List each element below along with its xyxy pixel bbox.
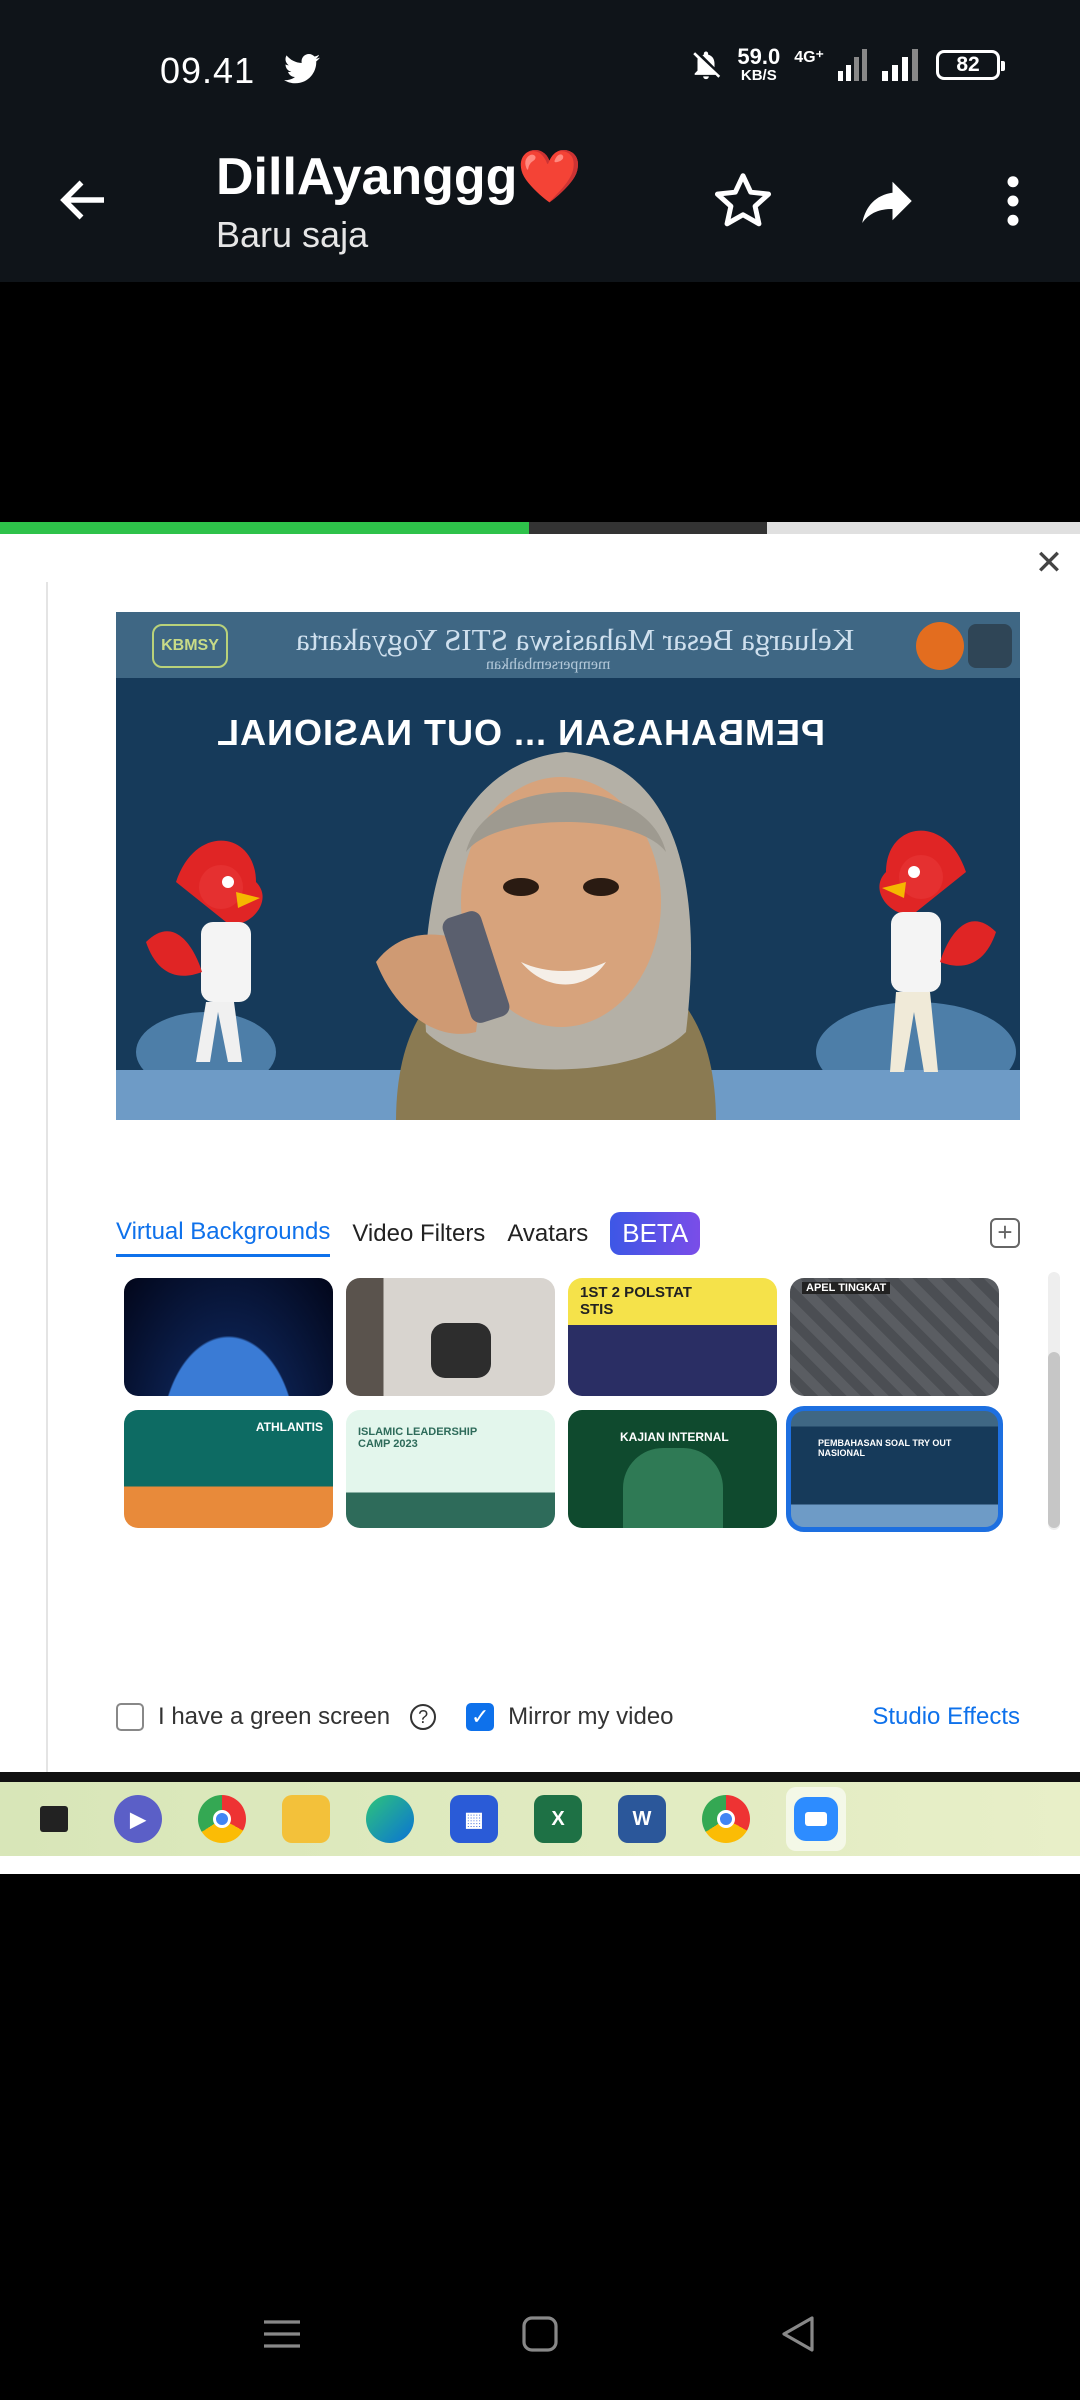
status-timestamp: Baru saja: [216, 214, 369, 255]
green-screen-checkbox[interactable]: [116, 1703, 144, 1731]
thumbnail-label: ATHLANTIS: [255, 1420, 323, 1434]
mascot-bird-right: [879, 830, 996, 1072]
thumbnail-label: KAJIAN INTERNAL: [620, 1430, 729, 1444]
status-bar: 09.41 59.0 KB/S 4G⁺ 82: [0, 0, 1080, 130]
edge-icon[interactable]: [366, 1795, 414, 1843]
close-icon[interactable]: ✕: [1032, 546, 1066, 580]
help-icon[interactable]: ?: [410, 1704, 437, 1730]
scrollbar-thumb[interactable]: [1048, 1352, 1060, 1528]
beta-badge: BETA: [610, 1212, 701, 1255]
webcam-person: [376, 752, 716, 1120]
status-media: ✕ KBMSY Keluarga Besar Mahasiswa STIS Yo…: [0, 522, 1080, 1874]
chrome-profile-icon[interactable]: [702, 1795, 750, 1843]
progress-fill: [0, 522, 530, 534]
story-progress-bar: [0, 522, 1080, 534]
add-background-icon[interactable]: +: [990, 1218, 1020, 1248]
signal-icon-2: [882, 48, 918, 81]
share-forward-icon[interactable]: [854, 168, 920, 234]
windows-taskbar: ▶ ▦ X W: [0, 1782, 1080, 1856]
word-icon[interactable]: W: [618, 1795, 666, 1843]
stis-logo: [916, 622, 964, 670]
tab-virtual-backgrounds[interactable]: Virtual Backgrounds: [116, 1218, 331, 1257]
arch-shape: [623, 1448, 723, 1528]
mirror-video-label: Mirror my video: [508, 1703, 674, 1730]
home-icon[interactable]: [516, 2310, 564, 2358]
status-icons: 59.0 KB/S 4G⁺ 82: [689, 44, 1005, 84]
back-arrow-icon[interactable]: [54, 170, 114, 230]
background-options: I have a green screen ? ✓ Mirror my vide…: [116, 1692, 1020, 1742]
background-thumbnail[interactable]: APEL TINGKAT: [790, 1278, 999, 1396]
recent-apps-icon[interactable]: [258, 2310, 306, 2358]
store-icon[interactable]: ▦: [450, 1795, 498, 1843]
copy-icon[interactable]: [968, 624, 1012, 668]
sidebar-divider: [46, 582, 48, 1772]
app-bar: DillAyanggg❤️ Baru saja: [0, 130, 1080, 282]
background-grid: 1ST 2 POLSTAT STIS APEL TINGKAT ATHLANTI…: [124, 1278, 1003, 1532]
net-speed: 59.0 KB/S: [737, 44, 781, 84]
tab-avatars[interactable]: Avatars: [507, 1220, 588, 1256]
back-icon[interactable]: [774, 2310, 822, 2358]
background-thumbnail[interactable]: ISLAMIC LEADERSHIP CAMP 2023: [346, 1410, 555, 1528]
tagline-text: mempersembahkan: [486, 656, 611, 673]
network-type: 4G⁺: [794, 48, 824, 66]
background-thumbnail-selected[interactable]: PEMBAHASAN SOAL TRY OUT NASIONAL: [786, 1406, 1003, 1532]
background-thumbnail[interactable]: ATHLANTIS: [124, 1410, 333, 1528]
contact-name: DillAyanggg❤️: [216, 148, 583, 206]
background-thumbnail[interactable]: KAJIAN INTERNAL: [568, 1410, 777, 1528]
mute-bell-icon: [693, 51, 721, 79]
thumbnail-scrollbar[interactable]: [1048, 1272, 1060, 1530]
thumbnail-label: PEMBAHASAN SOAL TRY OUT NASIONAL: [818, 1438, 952, 1458]
background-thumbnail[interactable]: [124, 1278, 333, 1396]
mascot-bird-left: [146, 840, 263, 1062]
meet-icon[interactable]: ▶: [114, 1795, 162, 1843]
screen: 09.41 59.0 KB/S 4G⁺ 82 DillAyanggg❤️ Bar…: [0, 0, 1080, 2400]
tab-video-filters[interactable]: Video Filters: [352, 1220, 485, 1256]
task-view-icon[interactable]: [30, 1795, 78, 1843]
thumbnail-label: 1ST 2 POLSTAT STIS: [580, 1284, 692, 1318]
signal-icon-1: [838, 48, 867, 81]
thumbnail-label: APEL TINGKAT: [802, 1282, 891, 1294]
window-border: [0, 1772, 1080, 1782]
zoom-icon[interactable]: [786, 1787, 846, 1851]
speed-value: 59.0: [737, 44, 781, 69]
thumbnail-label: ISLAMIC LEADERSHIP CAMP 2023: [358, 1426, 477, 1450]
kbmsy-logo: KBMSY: [152, 624, 228, 668]
chair-shape: [431, 1323, 491, 1378]
twitter-icon: [284, 54, 320, 84]
org-text: Keluarga Besar Mahasiswa STIS Yogyakarta: [296, 622, 855, 657]
green-screen-label: I have a green screen: [158, 1703, 391, 1730]
file-explorer-icon[interactable]: [282, 1795, 330, 1843]
camera-preview: KBMSY Keluarga Besar Mahasiswa STIS Yogy…: [116, 612, 1020, 1120]
background-thumbnail[interactable]: [346, 1278, 555, 1396]
studio-effects-link[interactable]: Studio Effects: [872, 1703, 1020, 1731]
status-time: 09.41: [160, 50, 256, 91]
navigation-bar: [0, 2280, 1080, 2390]
more-menu-icon[interactable]: [980, 168, 1046, 234]
preview-header: KBMSY Keluarga Besar Mahasiswa STIS Yogy…: [116, 612, 1020, 678]
battery-icon: 82: [936, 49, 1005, 80]
chrome-icon[interactable]: [198, 1795, 246, 1843]
excel-icon[interactable]: X: [534, 1795, 582, 1843]
background-thumbnail[interactable]: 1ST 2 POLSTAT STIS: [568, 1278, 777, 1396]
background-tabs: Virtual Backgrounds Video Filters Avatar…: [116, 1212, 701, 1263]
speed-unit: KB/S: [740, 67, 777, 84]
mirror-video-checkbox[interactable]: ✓: [466, 1703, 495, 1731]
star-icon[interactable]: [710, 168, 776, 234]
